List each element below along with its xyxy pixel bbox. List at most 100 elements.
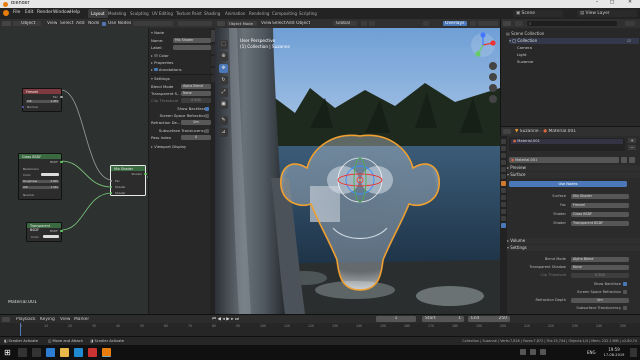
add-slot-button[interactable]: +: [628, 138, 636, 143]
ortho-toggle-icon[interactable]: [489, 95, 497, 103]
collection-checkbox-icon[interactable]: ☑: [627, 38, 631, 43]
maximize-button[interactable]: □: [605, 0, 619, 8]
fake-user-icon[interactable]: [621, 157, 627, 163]
input-language[interactable]: ENG: [587, 350, 596, 355]
node-label-field[interactable]: [173, 45, 211, 51]
transform-tool-icon[interactable]: ▣: [219, 100, 228, 109]
tab-particles-icon[interactable]: [501, 195, 506, 200]
blend-mode-dropdown-props[interactable]: Alpha Blend: [571, 256, 629, 262]
clock-time[interactable]: 19:59: [604, 347, 624, 352]
proportional-edit-icon[interactable]: [369, 21, 375, 26]
annotations-section[interactable]: ▸ Annotations: [151, 67, 214, 73]
mix-out-socket[interactable]: [144, 172, 147, 175]
menu-render[interactable]: Render: [37, 10, 53, 15]
subsurface-checkbox[interactable]: [205, 129, 209, 133]
outliner-search-input[interactable]: ⌕: [527, 21, 617, 27]
transparent-shadow-dropdown-props[interactable]: None: [571, 264, 629, 270]
clip-threshold-field-props[interactable]: 0.500: [571, 272, 629, 278]
outliner-collection-row[interactable]: ▾ ▢ Collection ☑: [509, 38, 639, 44]
outliner-scene-collection[interactable]: ▤ Scene Collection: [506, 31, 544, 36]
playback-controls[interactable]: ⏮◀◂▶▸⏭: [212, 316, 270, 322]
tab-physics-icon[interactable]: [501, 202, 506, 207]
volume-icon[interactable]: [540, 349, 546, 355]
properties-editor-type-icon[interactable]: [503, 129, 511, 134]
material-browse-icon[interactable]: [178, 21, 212, 26]
node-select-menu[interactable]: Select: [60, 21, 74, 26]
slot-dropdown[interactable]: [133, 21, 173, 26]
end-frame-field[interactable]: End 250: [468, 316, 510, 322]
tab-material-icon[interactable]: [501, 223, 506, 228]
xray-button[interactable]: [470, 21, 476, 26]
clip-threshold-field[interactable]: 0.500: [181, 98, 211, 104]
playback-menu[interactable]: Playback: [16, 317, 36, 322]
node-name-field[interactable]: Mix Shader: [173, 38, 211, 44]
scene-selector[interactable]: ▣ Scene: [513, 10, 563, 17]
transparent-color-swatch[interactable]: [43, 235, 59, 239]
annotations-checkbox[interactable]: [154, 67, 158, 71]
node-editor-canvas[interactable]: Fresnel Fac IOR 1.450 Normal Glass BSDF …: [0, 28, 148, 314]
show-backface-checkbox-props[interactable]: [623, 282, 627, 286]
remove-slot-button[interactable]: −: [628, 145, 636, 150]
view-layer-selector[interactable]: ▤ View Layer: [577, 10, 637, 17]
tab-object-icon[interactable]: [501, 181, 506, 186]
transparent-bsdf-socket[interactable]: [60, 229, 63, 232]
use-nodes-button[interactable]: Use Nodes: [509, 181, 627, 187]
settings-section-props[interactable]: ▾ Settings: [507, 245, 640, 251]
node-section-header[interactable]: ▾ Node: [151, 30, 214, 36]
surface-dropdown[interactable]: Mix Shader: [571, 193, 629, 199]
visibility-icon[interactable]: [423, 21, 429, 26]
cursor-tool-icon[interactable]: ⊕: [219, 52, 228, 61]
blender-menu-icon[interactable]: [3, 10, 9, 16]
tab-constraints-icon[interactable]: [501, 209, 506, 214]
edge-icon[interactable]: [46, 348, 55, 357]
tab-data-icon[interactable]: [501, 216, 506, 221]
store-icon[interactable]: [74, 348, 83, 357]
use-nodes-checkbox[interactable]: [102, 21, 106, 26]
volume-section[interactable]: ▸ Volume: [507, 238, 640, 244]
fac-dropdown[interactable]: Fresnel: [571, 202, 629, 208]
tray-chevron-icon[interactable]: [520, 349, 526, 355]
marker-menu[interactable]: Marker: [74, 317, 89, 322]
node-fresnel[interactable]: Fresnel Fac IOR 1.450 Normal: [21, 88, 63, 112]
tab-modeling[interactable]: Modeling: [105, 9, 129, 18]
filter-icon[interactable]: [625, 21, 635, 26]
tab-output-icon[interactable]: [501, 153, 506, 158]
material-slot-row[interactable]: ● Material.001: [511, 139, 623, 144]
outliner-item-camera[interactable]: Camera: [517, 45, 637, 51]
node-mix-shader[interactable]: Mix Shader Shader Fac Shader Shader: [109, 165, 147, 196]
viewport-object-menu[interactable]: Object: [296, 21, 310, 26]
3d-viewport[interactable]: User Perspective (1) Collection | Suzann…: [215, 28, 500, 314]
tab-animation[interactable]: Animation: [222, 9, 248, 18]
glass-dist-label[interactable]: Beckmann: [23, 167, 39, 171]
clock-date[interactable]: 17-08-2019: [600, 353, 628, 357]
glass-ior-field[interactable]: IOR 1.450: [22, 186, 59, 190]
timeline-view-menu[interactable]: View: [60, 317, 70, 322]
menu-window[interactable]: Window: [53, 10, 70, 15]
shader2-dropdown[interactable]: Transparent BSDF: [571, 220, 629, 226]
tab-modifiers-icon[interactable]: [501, 188, 506, 193]
node-object-dropdown[interactable]: Object: [13, 21, 41, 26]
timeline-track-area[interactable]: 0 10 20 30 40 50 60 70 80 90 100 110 120 130 140 150 160…: [0, 323, 640, 336]
node-add-menu[interactable]: Add: [76, 21, 85, 26]
pan-icon[interactable]: [489, 73, 497, 81]
settings-section[interactable]: ▾ Settings: [151, 74, 214, 81]
show-backface-checkbox[interactable]: [205, 107, 209, 111]
current-frame-field[interactable]: 1: [376, 316, 416, 322]
outliner-item-light[interactable]: Light: [517, 52, 637, 58]
unlink-icon[interactable]: [629, 157, 635, 163]
select-tool-icon[interactable]: ⬚: [219, 40, 228, 49]
tab-view-layer-icon[interactable]: [501, 160, 506, 165]
task-view-icon[interactable]: [32, 348, 41, 357]
refraction-depth-field-props[interactable]: 0m: [571, 297, 629, 303]
start-frame-field[interactable]: Start 1: [422, 316, 464, 322]
orientation-dropdown[interactable]: Global: [333, 21, 357, 26]
node-view-menu[interactable]: View: [47, 21, 57, 26]
annotate-tool-icon[interactable]: ✎: [219, 116, 228, 125]
tab-tool-icon[interactable]: [501, 139, 506, 144]
mix-shader2-socket[interactable]: [109, 192, 112, 195]
pass-index-field[interactable]: 0: [181, 135, 211, 141]
menu-edit[interactable]: Edit: [25, 10, 34, 15]
app-icon[interactable]: [88, 348, 97, 357]
close-button[interactable]: ✕: [622, 0, 638, 8]
menu-file[interactable]: File: [13, 10, 20, 15]
